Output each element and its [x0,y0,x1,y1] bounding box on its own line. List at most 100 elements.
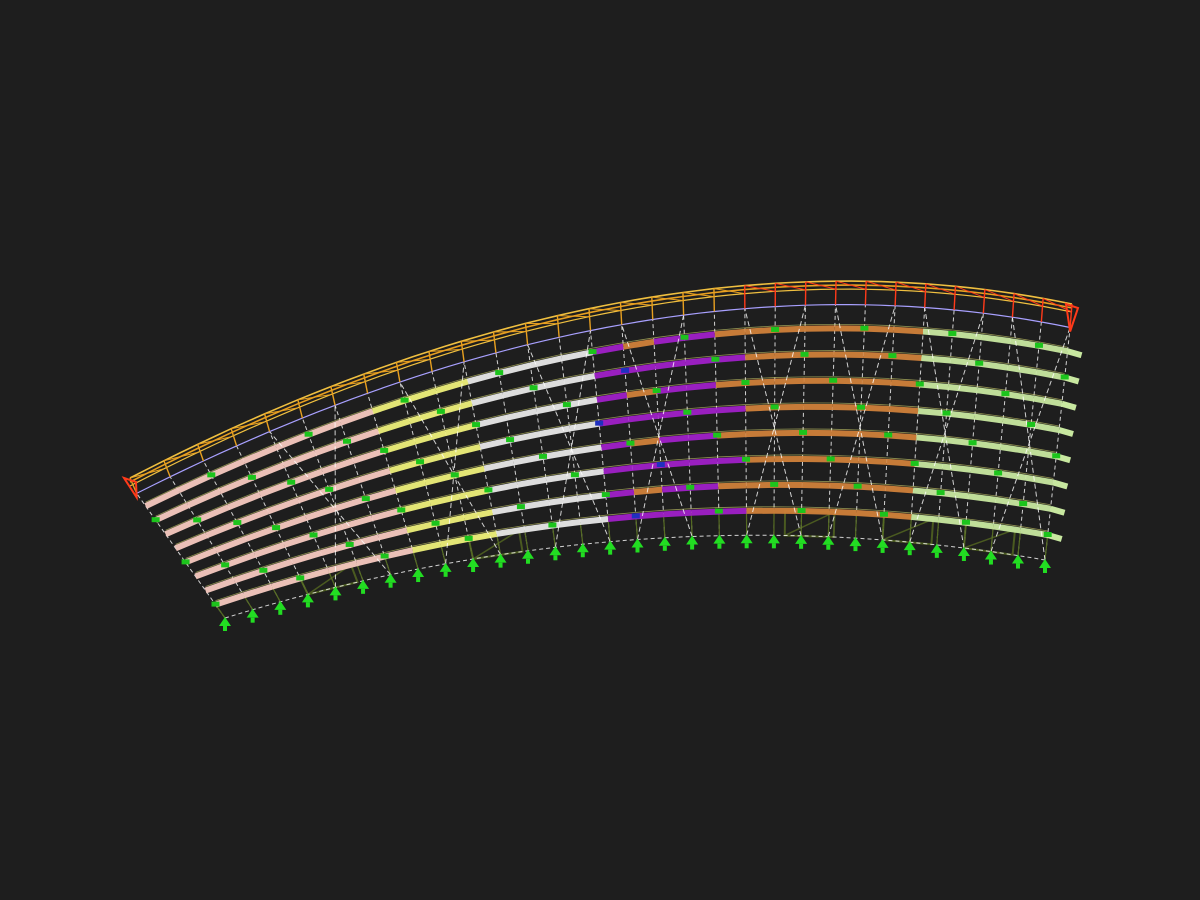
joint-node [857,404,866,410]
floor-edge [717,455,747,458]
joint-node [683,409,692,415]
joint-node [193,517,202,523]
floor-beam [690,483,719,491]
floor-beam [475,414,508,429]
roof-diagonal [197,436,232,445]
joint-node [1052,453,1061,459]
roof-diagonal [163,451,198,462]
brace [621,324,693,537]
joint-node [631,513,640,519]
joint-node [562,402,571,408]
joint-node [711,356,720,362]
floor-beam [919,381,949,390]
floor-beam [491,504,522,516]
column [990,317,1013,552]
floor-beam [893,326,924,335]
column [963,313,984,549]
joint-node [826,456,835,462]
floor-beam [283,532,315,548]
column [683,315,693,537]
support-stem [744,543,749,549]
joint-node [601,492,610,498]
joint-node [538,453,547,459]
floor-beam [498,362,532,377]
roof-diagonal [620,302,652,306]
floor-edge [745,403,775,405]
support-stem [223,626,227,631]
brace [637,315,685,540]
floor-beam [552,519,581,529]
column [495,352,529,551]
support-stem [443,571,448,577]
ground-column [854,513,858,539]
joint-node [713,432,722,438]
floor-beam [745,378,775,386]
joint-node [588,349,597,355]
floor-beam [830,456,859,464]
roof-web [894,282,897,306]
floor-beam [579,515,609,525]
floor-beam [631,462,662,471]
floor-edge [718,480,747,483]
floor-beam [406,520,437,534]
floor-beam [863,352,893,360]
floor-beam [394,479,426,494]
joint-node [884,432,893,438]
joint-node [1019,501,1028,507]
floor-beam [860,404,890,413]
joint-node [570,472,579,478]
floor-beam [714,328,746,338]
floor-beam [864,325,894,333]
floor-beam [715,379,746,389]
support-stem [250,617,255,623]
joint-node [936,490,945,496]
joint-node [770,481,779,487]
support-stem [934,552,939,558]
support-stem [690,544,695,550]
floor-beam [940,490,969,500]
floor-beam [424,472,456,486]
floor-beam [603,464,633,475]
brace [835,304,884,541]
support [439,562,452,572]
support [412,568,425,578]
floor-beam [449,443,481,458]
floor-beam [454,465,485,479]
floor-edge [829,507,857,510]
floor-beam [684,331,716,341]
floor-beam [502,385,535,399]
support-stem [525,558,530,564]
floor-beam [862,378,892,386]
joint-node [1034,342,1043,348]
floor-beam [716,431,747,439]
floor-beam [944,437,973,447]
joint-node [879,511,888,517]
floor-beam [967,493,997,503]
floor-edge [863,350,893,353]
floor-beam [883,511,912,520]
joint-node [516,504,525,510]
floor-beam [885,485,914,494]
column [854,304,866,539]
floor-beam [210,458,246,479]
column [773,306,776,536]
joint-node [484,487,493,493]
floor-beam [383,547,414,560]
support [274,600,287,610]
support [357,579,370,589]
floor-beam [196,504,230,524]
support-stem [553,555,558,561]
floor-beam [479,437,511,450]
joint-node [548,522,557,528]
floor-beam [468,530,498,542]
joint-node [910,460,919,466]
floor-beam [262,558,294,574]
support [576,543,589,553]
floor-beam [663,509,692,518]
ground-column [1044,534,1049,561]
model-viewport[interactable] [0,0,1200,900]
floor-beam [505,408,538,421]
joint-node [343,438,352,444]
floor-edge [832,402,862,405]
floor-beam [774,351,805,359]
